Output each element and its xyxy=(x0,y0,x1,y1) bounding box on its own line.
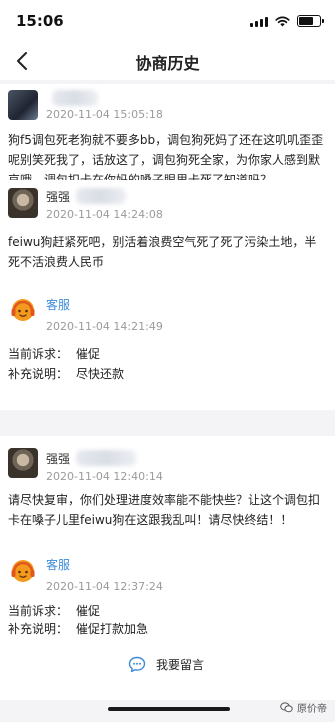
note-label: 补充说明： xyxy=(8,622,69,636)
message-card: 2020-11-04 15:05:18 狗f5调包死老狗就不要多bb，调包狗死妈… xyxy=(0,84,335,194)
wifi-icon xyxy=(275,16,290,26)
message-time: 2020-11-04 14:24:08 xyxy=(46,208,163,221)
message-time: 2020-11-04 12:37:24 xyxy=(46,580,163,593)
sender-name: 客服 xyxy=(46,298,71,312)
message-text: feiwu狗赶紧死吧，别活着浪费空气死了死了污染土地，半死不活浪费人民币 xyxy=(8,235,317,269)
appeal-row: 当前诉求： 催促 xyxy=(8,602,100,619)
message-text: 请尽快复审，你们处理进度效率能不能快些？让这个调包扣卡在嗓子儿里feiwu狗在这… xyxy=(8,493,321,527)
wechat-icon xyxy=(280,702,293,713)
watermark-text: 原价帝 xyxy=(297,704,327,715)
note-row: 补充说明： 尽快还款 xyxy=(8,365,124,382)
leave-message-label: 我要留言 xyxy=(156,658,205,672)
redacted-name xyxy=(76,188,126,204)
note-value: 催促打款加急 xyxy=(76,622,149,636)
appeal-value: 催促 xyxy=(76,347,101,361)
status-icons xyxy=(250,15,324,27)
avatar xyxy=(8,90,38,120)
watermark: 原价帝 xyxy=(280,700,327,715)
nav-bar: 协商历史 xyxy=(0,42,335,80)
avatar xyxy=(8,188,38,218)
appeal-row: 当前诉求： 催促 xyxy=(8,345,100,362)
appeal-label: 当前诉求： xyxy=(8,347,69,361)
customer-service-icon xyxy=(11,560,35,582)
note-label: 补充说明： xyxy=(8,367,69,381)
chat-bubble-icon xyxy=(128,656,146,673)
message-time: 2020-11-04 15:05:18 xyxy=(46,108,163,121)
status-bar: 15:06 xyxy=(0,0,335,42)
leave-message-button[interactable]: 我要留言 xyxy=(128,656,204,673)
cellular-signal-icon xyxy=(250,16,268,27)
message-time: 2020-11-04 14:21:49 xyxy=(46,320,163,333)
battery-level xyxy=(299,17,313,25)
status-time: 15:06 xyxy=(16,12,64,30)
sender-name: 强强 xyxy=(46,452,71,466)
message-card: 强强 2020-11-04 12:40:14 请尽快复审，你们处理进度效率能不能… xyxy=(0,436,335,540)
appeal-label: 当前诉求： xyxy=(8,604,69,618)
sender-name: 强强 xyxy=(46,190,71,204)
sender-name: 客服 xyxy=(46,558,71,572)
home-indicator xyxy=(108,707,230,711)
avatar xyxy=(8,295,38,325)
note-row: 补充说明： 催促打款加急 xyxy=(8,620,148,637)
appeal-value: 催促 xyxy=(76,604,101,618)
battery-icon xyxy=(297,15,324,27)
note-value: 尽快还款 xyxy=(76,367,125,381)
customer-service-icon xyxy=(11,299,35,321)
page-title: 协商历史 xyxy=(135,54,200,73)
redacted-name xyxy=(52,90,98,106)
message-card: 客服 2020-11-04 14:21:49 当前诉求： 催促 补充说明： 尽快… xyxy=(0,280,335,410)
avatar xyxy=(8,448,38,478)
avatar xyxy=(8,556,38,586)
message-time: 2020-11-04 12:40:14 xyxy=(46,470,163,483)
redacted-name xyxy=(76,450,136,466)
message-card: 客服 2020-11-04 12:37:24 当前诉求： 催促 补充说明： 催促… xyxy=(0,540,335,700)
